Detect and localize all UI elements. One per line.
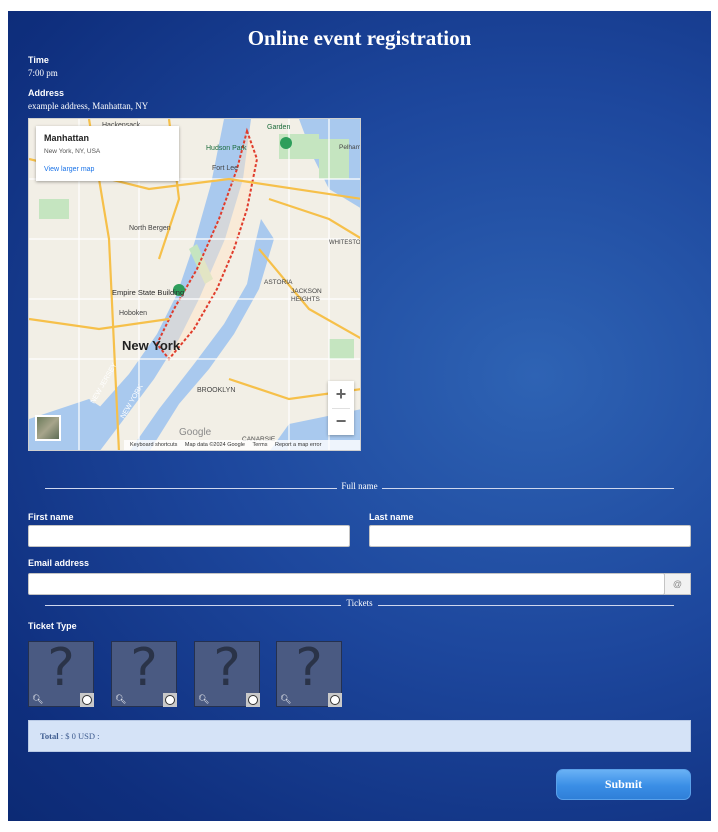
email-at-addon: @ <box>664 573 691 595</box>
zoom-magnifier-icon[interactable]: 🔍︎ <box>32 694 43 704</box>
svg-text:BROOKLYN: BROOKLYN <box>197 387 235 394</box>
last-name-input[interactable] <box>369 525 691 547</box>
svg-text:North Bergen: North Bergen <box>129 225 171 232</box>
map-place-card: Manhattan New York, NY, USA View larger … <box>36 126 179 181</box>
zoom-magnifier-icon[interactable]: 🔍︎ <box>198 694 209 704</box>
total-box: Total : $ 0 USD : <box>28 720 691 752</box>
zoom-in-button[interactable]: + <box>328 381 354 408</box>
address-label: Address <box>28 88 65 98</box>
ticket-radio[interactable] <box>328 693 342 707</box>
map-place-address: New York, NY, USA <box>44 148 101 155</box>
ticket-radio[interactable] <box>246 693 260 707</box>
zoom-out-button[interactable]: − <box>328 408 354 435</box>
map-attribution: Keyboard shortcuts Map data ©2024 Google… <box>124 440 360 450</box>
map-data-text: Map data ©2024 Google <box>184 442 245 448</box>
image-placeholder-icon: ? <box>295 638 323 698</box>
first-name-input[interactable] <box>28 525 350 547</box>
ticket-option-2[interactable]: ? 🔍︎ <box>111 638 177 707</box>
legend-line-right <box>378 605 674 606</box>
zoom-divider <box>332 408 350 409</box>
zoom-magnifier-icon[interactable]: 🔍︎ <box>115 694 126 704</box>
satellite-toggle[interactable] <box>35 415 61 441</box>
svg-text:New York: New York <box>122 338 181 353</box>
svg-text:ASTORIA: ASTORIA <box>264 279 293 286</box>
address-value: example address, Manhattan, NY <box>28 101 149 111</box>
map-zoom-controls: + − <box>328 381 354 435</box>
submit-button[interactable]: Submit <box>556 769 691 800</box>
total-amount: : $ 0 USD : <box>58 731 100 741</box>
svg-text:Fort Lee: Fort Lee <box>212 165 238 172</box>
ticket-radio[interactable] <box>163 693 177 707</box>
total-label: Total <box>40 731 59 741</box>
svg-text:Hoboken: Hoboken <box>119 310 147 317</box>
page-title: Online event registration <box>247 26 472 50</box>
ticket-option-1[interactable]: ? 🔍︎ <box>28 638 94 707</box>
full-name-legend: Full name <box>45 481 674 495</box>
time-label: Time <box>28 55 49 65</box>
svg-text:JACKSON: JACKSON <box>291 288 322 295</box>
image-placeholder-icon: ? <box>47 638 75 698</box>
zoom-magnifier-icon[interactable]: 🔍︎ <box>280 694 291 704</box>
tickets-legend: Tickets <box>45 598 674 612</box>
keyboard-shortcuts-link[interactable]: Keyboard shortcuts <box>130 442 177 448</box>
ticket-type-label: Ticket Type <box>28 621 77 631</box>
ticket-option-3[interactable]: ? 🔍︎ <box>194 638 260 707</box>
location-map[interactable]: Hackensack Hudson Park Fort Lee North Be… <box>28 118 361 451</box>
first-name-label: First name <box>28 512 74 522</box>
svg-text:HEIGHTS: HEIGHTS <box>291 296 321 303</box>
view-larger-map-link[interactable]: View larger map <box>44 166 94 173</box>
svg-text:WHITESTONE: WHITESTONE <box>329 240 361 246</box>
svg-text:Hudson Park: Hudson Park <box>206 145 247 152</box>
legend-line-right <box>382 488 674 489</box>
terms-link[interactable]: Terms <box>252 442 267 448</box>
full-name-legend-text: Full name <box>341 481 378 491</box>
svg-text:Empire State Building: Empire State Building <box>112 288 184 297</box>
time-value: 7:00 pm <box>28 68 58 78</box>
registration-form: Online event registration Time 7:00 pm A… <box>8 11 711 821</box>
email-input[interactable] <box>28 573 665 595</box>
report-map-error-link[interactable]: Report a map error <box>275 442 321 448</box>
ticket-radio[interactable] <box>80 693 94 707</box>
ticket-option-4[interactable]: ? 🔍︎ <box>276 638 342 707</box>
email-label: Email address <box>28 558 90 568</box>
svg-text:Garden: Garden <box>267 124 290 131</box>
svg-text:Pelham Bay: Pelham Bay <box>339 144 361 151</box>
map-place-name: Manhattan <box>44 133 89 143</box>
tickets-legend-text: Tickets <box>346 598 373 608</box>
google-logo: Google <box>179 427 212 438</box>
image-placeholder-icon: ? <box>213 638 241 698</box>
image-placeholder-icon: ? <box>130 638 158 698</box>
last-name-label: Last name <box>369 512 414 522</box>
